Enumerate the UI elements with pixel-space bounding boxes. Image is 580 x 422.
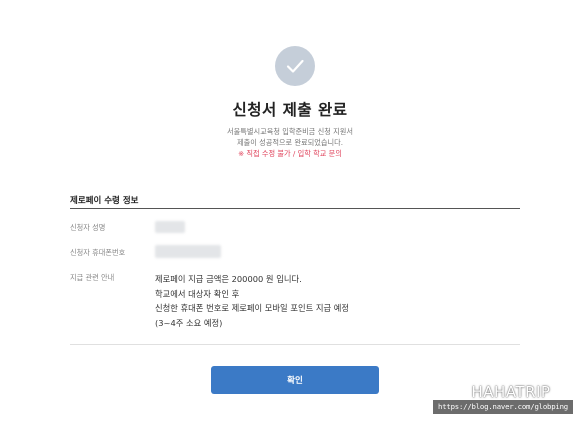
payment-guide-line: 신청한 휴대폰 번호로 제로페이 모바일 포인트 지급 예정 <box>155 303 350 313</box>
label-payment-guide: 지급 관련 안내 <box>70 273 115 282</box>
section-divider <box>70 208 520 209</box>
redacted-applicant-phone <box>155 245 221 258</box>
watermark-title: HAHATRIP <box>471 383 551 401</box>
page-title: 신청서 제출 완료 <box>232 101 348 119</box>
success-check-badge <box>275 46 315 86</box>
bottom-divider <box>70 344 520 345</box>
subtitle-line-2: 제출이 성공적으로 완료되었습니다. <box>236 138 344 147</box>
label-applicant-phone: 신청자 휴대폰번호 <box>70 248 126 257</box>
watermark-url: https://blog.naver.com/globping <box>433 400 573 414</box>
warning-notice: ※ 직접 수정 불가 / 입학 학교 문의 <box>238 149 342 158</box>
label-applicant-name: 신청자 성명 <box>70 223 106 232</box>
confirm-button[interactable]: 확인 <box>211 366 379 394</box>
redacted-applicant-name <box>155 221 185 233</box>
payment-guide-line: 제로페이 지급 금액은 200000 원 입니다. <box>155 274 302 284</box>
payment-guide-line: 학교에서 대상자 확인 후 <box>155 288 240 299</box>
payment-guide-line: (3~4주 소요 예정) <box>155 317 223 328</box>
check-icon <box>286 59 304 73</box>
section-title: 제로페이 수령 정보 <box>70 196 139 206</box>
subtitle-line-1: 서울특별시교육청 입학준비금 신청 지원서 <box>227 127 353 136</box>
payment-guide-text: 제로페이 지급 금액은 200000 원 입니다. 학교에서 대상자 확인 후 … <box>155 272 349 330</box>
